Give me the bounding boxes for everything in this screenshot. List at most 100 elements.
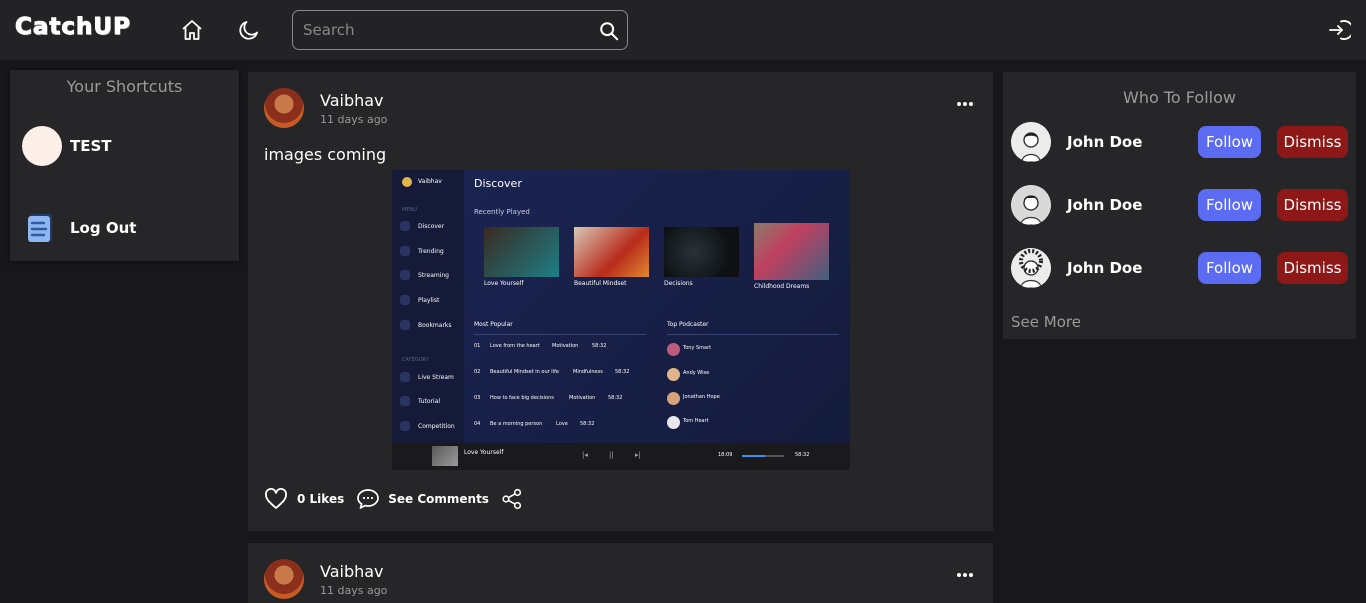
dismiss-button[interactable]: Dismiss (1277, 189, 1348, 221)
author-avatar[interactable] (264, 88, 304, 128)
image-category-item: Tutorial (418, 398, 441, 405)
user-name[interactable]: John Doe (1067, 196, 1142, 214)
top-navbar: CatchUP (0, 0, 1366, 60)
player-cover (432, 446, 458, 466)
popular-title: Love from the heart (490, 343, 540, 349)
search-input[interactable] (303, 19, 583, 41)
follow-suggestion: John Doe Follow Dismiss (1003, 122, 1356, 162)
image-menu-icon (400, 396, 410, 406)
popular-tag: Motivation (552, 343, 579, 349)
popular-no: 03 (474, 395, 481, 401)
author-avatar[interactable] (264, 559, 304, 599)
image-menu-icon (400, 295, 410, 305)
popular-time: 58:32 (592, 343, 607, 349)
podcaster-avatar (667, 343, 680, 356)
follow-button[interactable]: Follow (1198, 189, 1261, 221)
post-author[interactable]: Vaibhav (320, 91, 384, 110)
group-avatar (22, 126, 62, 166)
likes-count: 0 Likes (297, 492, 345, 506)
post-image[interactable]: Vaibhav MENU Discover Trending Streaming… (392, 170, 850, 470)
player-progress-fill (742, 455, 766, 457)
follow-button[interactable]: Follow (1198, 252, 1261, 284)
user-name[interactable]: John Doe (1067, 133, 1142, 151)
image-main: Discover Recently Played Love Yourself B… (464, 170, 850, 443)
image-menu-icon (400, 320, 410, 330)
popular-no: 02 (474, 369, 481, 375)
see-more-link[interactable]: See More (1011, 313, 1081, 331)
album-title: Beautiful Mindset (574, 280, 627, 287)
home-icon[interactable] (180, 18, 204, 42)
divider (474, 334, 646, 335)
search-icon[interactable] (598, 20, 620, 42)
logout-icon[interactable] (1327, 18, 1351, 42)
share-icon[interactable] (501, 488, 523, 510)
who-to-follow-panel: Who To Follow John Doe Follow Dismiss Jo… (1003, 72, 1356, 339)
more-options-icon[interactable] (954, 100, 976, 108)
image-menu-item: Discover (418, 223, 445, 230)
image-menu-icon (400, 421, 410, 431)
popular-time: 58:32 (615, 369, 630, 375)
podcaster-avatar (667, 368, 680, 381)
image-sidebar: Vaibhav MENU Discover Trending Streaming… (392, 170, 464, 443)
image-menu-item: Playlist (418, 297, 440, 304)
popular-title: Beautiful Mindset in our life (490, 369, 559, 375)
image-menu-icon (400, 246, 410, 256)
image-user-avatar (402, 177, 412, 187)
post-time: 11 days ago (320, 113, 388, 126)
dismiss-button[interactable]: Dismiss (1277, 252, 1348, 284)
album-cover (754, 223, 829, 280)
follow-suggestion: John Doe Follow Dismiss (1003, 185, 1356, 225)
image-section-label: Top Podcaster (667, 321, 709, 328)
image-menu-item: Streaming (418, 272, 449, 279)
post-time: 11 days ago (320, 584, 388, 597)
post-card: Vaibhav 11 days ago (248, 543, 993, 603)
comments-label: See Comments (388, 492, 489, 506)
comments-button[interactable]: See Comments (356, 488, 489, 510)
popular-tag: Love (556, 421, 568, 427)
shortcut-test[interactable]: TEST (22, 126, 112, 166)
moon-icon[interactable] (237, 18, 261, 42)
image-menu-icon (400, 221, 410, 231)
shortcut-logout[interactable]: Log Out (22, 212, 136, 244)
user-avatar[interactable] (1011, 248, 1051, 288)
album-cover (574, 227, 649, 277)
podcaster-avatar (667, 416, 680, 429)
post-card: Vaibhav 11 days ago images coming Vaibha… (248, 72, 993, 531)
podcaster-avatar (667, 392, 680, 405)
app-logo[interactable]: CatchUP (15, 14, 131, 41)
image-category-item: Competition (418, 423, 455, 430)
popular-tag: Mindfulness (573, 369, 603, 375)
more-options-icon[interactable] (954, 571, 976, 579)
user-name[interactable]: John Doe (1067, 259, 1142, 277)
comment-icon (357, 489, 380, 509)
shortcut-label: Log Out (70, 219, 137, 237)
image-menu-icon (400, 372, 410, 382)
popular-time: 58:32 (608, 395, 623, 401)
shortcut-label: TEST (70, 137, 112, 155)
divider (667, 334, 839, 335)
player-title: Love Yourself (464, 449, 504, 456)
podcaster-name: Jonathan Hope (683, 394, 720, 400)
image-menu-section: MENU (402, 207, 417, 213)
follow-button[interactable]: Follow (1198, 126, 1261, 158)
image-category-section: CATEGORY (402, 357, 429, 363)
podcaster-name: Tom Heart (683, 418, 709, 424)
podcaster-name: Andy Wise (683, 370, 710, 376)
post-author[interactable]: Vaibhav (320, 562, 384, 581)
popular-time: 58:32 (580, 421, 595, 427)
heart-icon (265, 488, 287, 509)
image-heading: Discover (474, 177, 522, 190)
follow-suggestion: John Doe Follow Dismiss (1003, 248, 1356, 288)
image-section-label: Most Popular (474, 321, 513, 328)
post-text: images coming (264, 145, 387, 164)
dismiss-button[interactable]: Dismiss (1277, 126, 1348, 158)
player-total: 58:32 (795, 452, 810, 458)
popular-no: 01 (474, 343, 481, 349)
image-section-label: Recently Played (474, 208, 530, 216)
prev-icon: |◂ (582, 451, 588, 459)
user-avatar[interactable] (1011, 185, 1051, 225)
shortcuts-title: Your Shortcuts (66, 77, 183, 96)
next-icon: ▸| (635, 451, 641, 459)
user-avatar[interactable] (1011, 122, 1051, 162)
like-button[interactable]: 0 Likes (264, 488, 344, 510)
